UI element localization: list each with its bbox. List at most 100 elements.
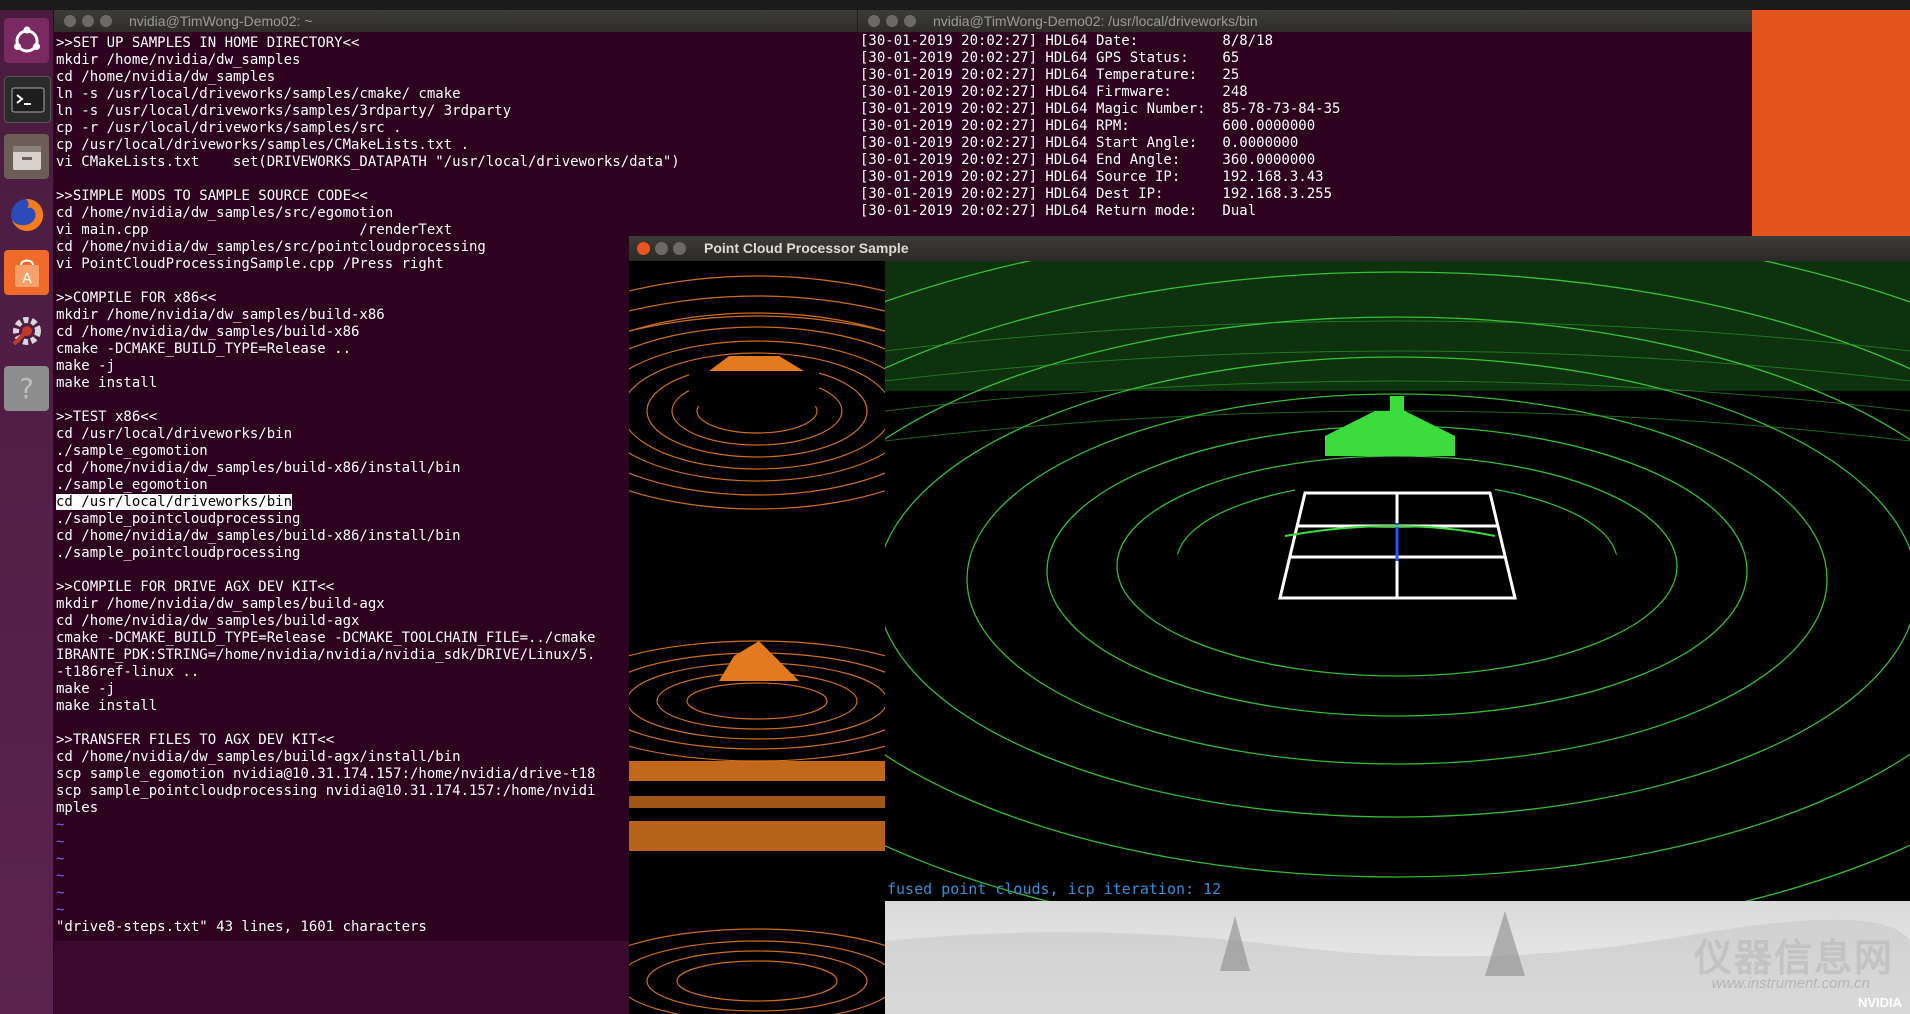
editor-line-text: make -j (56, 681, 116, 697)
lidar-view-bottom (629, 928, 885, 1014)
editor-line-text: IBRANTE_PDK:STRING=/home/nvidia/nvidia/n… (56, 647, 596, 663)
editor-line-text: cd /usr/local/driveworks/bin (56, 494, 293, 510)
editor-line: cd /home/nvidia/dw_samples (56, 69, 859, 86)
point-cloud-titlebar[interactable]: Point Cloud Processor Sample (629, 236, 1910, 261)
editor-line-text: vi CMakeLists.txt set(DRIVEWORKS_DATAPAT… (56, 154, 680, 170)
settings-icon[interactable] (4, 308, 49, 353)
log-line: [30-01-2019 20:02:27] HDL64 Return mode:… (860, 203, 1257, 219)
editor-line: cp -r /usr/local/driveworks/samples/src … (56, 120, 859, 137)
editor-line-text: vi main.cpp /renderText (56, 222, 453, 238)
editor-line: cd /home/nvidia/dw_samples/src/egomotion (56, 205, 859, 222)
log-line: [30-01-2019 20:02:27] HDL64 Source IP: 1… (860, 169, 1324, 185)
left-terminal-titlebar[interactable]: nvidia@TimWong-Demo02: ~ (54, 10, 857, 32)
log-line: [30-01-2019 20:02:27] HDL64 RPM: 600.000… (860, 118, 1316, 134)
log-line: [30-01-2019 20:02:27] HDL64 Magic Number… (860, 101, 1341, 117)
editor-line-text: ln -s /usr/local/driveworks/samples/cmak… (56, 86, 461, 102)
editor-line: ln -s /usr/local/driveworks/samples/cmak… (56, 86, 859, 103)
editor-line-text: >>SET UP SAMPLES IN HOME DIRECTORY<< (56, 35, 360, 51)
unity-launcher: A ? (0, 10, 54, 1014)
editor-line: cp /usr/local/driveworks/samples/CMakeLi… (56, 137, 859, 154)
point-cloud-title: Point Cloud Processor Sample (704, 240, 909, 256)
log-line: [30-01-2019 20:02:27] HDL64 Temperature:… (860, 67, 1240, 83)
editor-line-text: scp sample_pointcloudprocessing nvidia@1… (56, 783, 596, 799)
editor-line: ln -s /usr/local/driveworks/samples/3rdp… (56, 103, 859, 120)
right-terminal-titlebar[interactable]: nvidia@TimWong-Demo02: /usr/local/drivew… (858, 10, 1752, 32)
editor-line-text: >>COMPILE FOR x86<< (56, 290, 217, 306)
point-cloud-window[interactable]: Point Cloud Processor Sample fused point… (629, 236, 1910, 1014)
watermark-url: www.instrument.com.cn (1711, 975, 1870, 992)
editor-line-text: cmake -DCMAKE_BUILD_TYPE=Release -DCMAKE… (56, 630, 596, 646)
software-center-icon[interactable]: A (4, 250, 49, 295)
editor-line-text: >>SIMPLE MODS TO SAMPLE SOURCE CODE<< (56, 188, 368, 204)
icp-status-caption: fused point clouds, icp iteration: 12 (887, 880, 1222, 898)
editor-line-text: ln -s /usr/local/driveworks/samples/3rdp… (56, 103, 512, 119)
editor-line-text: mples (56, 800, 99, 816)
editor-line-text: cd /home/nvidia/dw_samples/src/pointclou… (56, 239, 486, 255)
terminal-icon[interactable] (4, 76, 51, 123)
editor-line-text: cd /home/nvidia/dw_samples/src/egomotion (56, 205, 394, 221)
window-buttons[interactable] (868, 15, 916, 27)
maximize-icon[interactable] (673, 242, 686, 255)
minimize-icon[interactable] (82, 15, 94, 27)
editor-line-text: scp sample_egomotion nvidia@10.31.174.15… (56, 766, 596, 782)
minimize-icon[interactable] (655, 242, 668, 255)
editor-line-text: make install (56, 698, 158, 714)
green-point-cloud (885, 261, 1910, 901)
editor-line-text: mkdir /home/nvidia/dw_samples (56, 52, 301, 68)
log-line: [30-01-2019 20:02:27] HDL64 GPS Status: … (860, 50, 1240, 66)
maximize-icon[interactable] (100, 15, 112, 27)
editor-line-text: cp -r /usr/local/driveworks/samples/src … (56, 120, 402, 136)
editor-line-text: >>TRANSFER FILES TO AGX DEV KIT<< (56, 732, 335, 748)
log-line: [30-01-2019 20:02:27] HDL64 Start Angle:… (860, 135, 1299, 151)
log-line: [30-01-2019 20:02:27] HDL64 Date: 8/8/18 (860, 33, 1274, 49)
editor-line-text: cd /home/nvidia/dw_samples (56, 69, 276, 85)
close-icon[interactable] (64, 15, 76, 27)
editor-line-text: >>TEST x86<< (56, 409, 158, 425)
editor-line-text: make install (56, 375, 158, 391)
camera-preview: 仪器信息网 www.instrument.com.cn NVIDIA (885, 901, 1910, 1014)
editor-line: vi CMakeLists.txt set(DRIVEWORKS_DATAPAT… (56, 154, 859, 171)
editor-line-text: vi PointCloudProcessingSample.cpp /Press… (56, 256, 444, 272)
lidar-log-output[interactable]: [30-01-2019 20:02:27] HDL64 Date: 8/8/18… (858, 32, 1754, 237)
editor-line-text: ./sample_pointcloudprocessing (56, 511, 301, 527)
files-icon[interactable] (4, 134, 49, 179)
desktop-wallpaper (1752, 10, 1910, 236)
editor-line-text: >>COMPILE FOR DRIVE AGX DEV KIT<< (56, 579, 335, 595)
editor-line: mkdir /home/nvidia/dw_samples (56, 52, 859, 69)
editor-line-text: cd /home/nvidia/dw_samples/build-agx (56, 613, 360, 629)
fused-point-cloud-view[interactable] (885, 261, 1910, 901)
lidar-view-bands (629, 761, 885, 851)
editor-line: >>SIMPLE MODS TO SAMPLE SOURCE CODE<< (56, 188, 859, 205)
orange-point-cloud-views (629, 275, 885, 1014)
editor-line-text: cd /home/nvidia/dw_samples/build-x86 (56, 324, 360, 340)
editor-line-text: make -j (56, 358, 116, 374)
firefox-icon[interactable] (4, 192, 49, 237)
log-line: [30-01-2019 20:02:27] HDL64 Dest IP: 192… (860, 186, 1333, 202)
editor-line-text: mkdir /home/nvidia/dw_samples/build-x86 (56, 307, 385, 323)
minimize-icon[interactable] (886, 15, 898, 27)
editor-line-text: cd /home/nvidia/dw_samples/build-agx/ins… (56, 749, 461, 765)
top-panel (0, 0, 1910, 10)
log-line: [30-01-2019 20:02:27] HDL64 Firmware: 24… (860, 84, 1248, 100)
editor-line-text: cd /usr/local/driveworks/bin (56, 426, 293, 442)
editor-line-text: -t186ref-linux .. (56, 664, 200, 680)
watermark-text: 仪器信息网 (1693, 938, 1894, 980)
close-icon[interactable] (637, 242, 650, 255)
svg-text:A: A (22, 271, 32, 287)
log-line: [30-01-2019 20:02:27] HDL64 End Angle: 3… (860, 152, 1316, 168)
editor-line-text: ./sample_egomotion (56, 477, 208, 493)
editor-line-text: cd /home/nvidia/dw_samples/build-x86/ins… (56, 528, 461, 544)
editor-line-text: mkdir /home/nvidia/dw_samples/build-agx (56, 596, 385, 612)
help-icon[interactable]: ? (4, 366, 49, 411)
maximize-icon[interactable] (904, 15, 916, 27)
editor-line-text: ./sample_pointcloudprocessing (56, 545, 301, 561)
close-icon[interactable] (868, 15, 880, 27)
right-terminal-title: nvidia@TimWong-Demo02: /usr/local/drivew… (933, 13, 1258, 29)
window-buttons[interactable] (64, 15, 112, 27)
editor-line-text: cp /usr/local/driveworks/samples/CMakeLi… (56, 137, 470, 153)
editor-line-text: ./sample_egomotion (56, 443, 208, 459)
editor-line: >>SET UP SAMPLES IN HOME DIRECTORY<< (56, 35, 859, 52)
left-terminal-title: nvidia@TimWong-Demo02: ~ (129, 13, 313, 29)
ubuntu-dash-icon[interactable] (4, 18, 49, 63)
